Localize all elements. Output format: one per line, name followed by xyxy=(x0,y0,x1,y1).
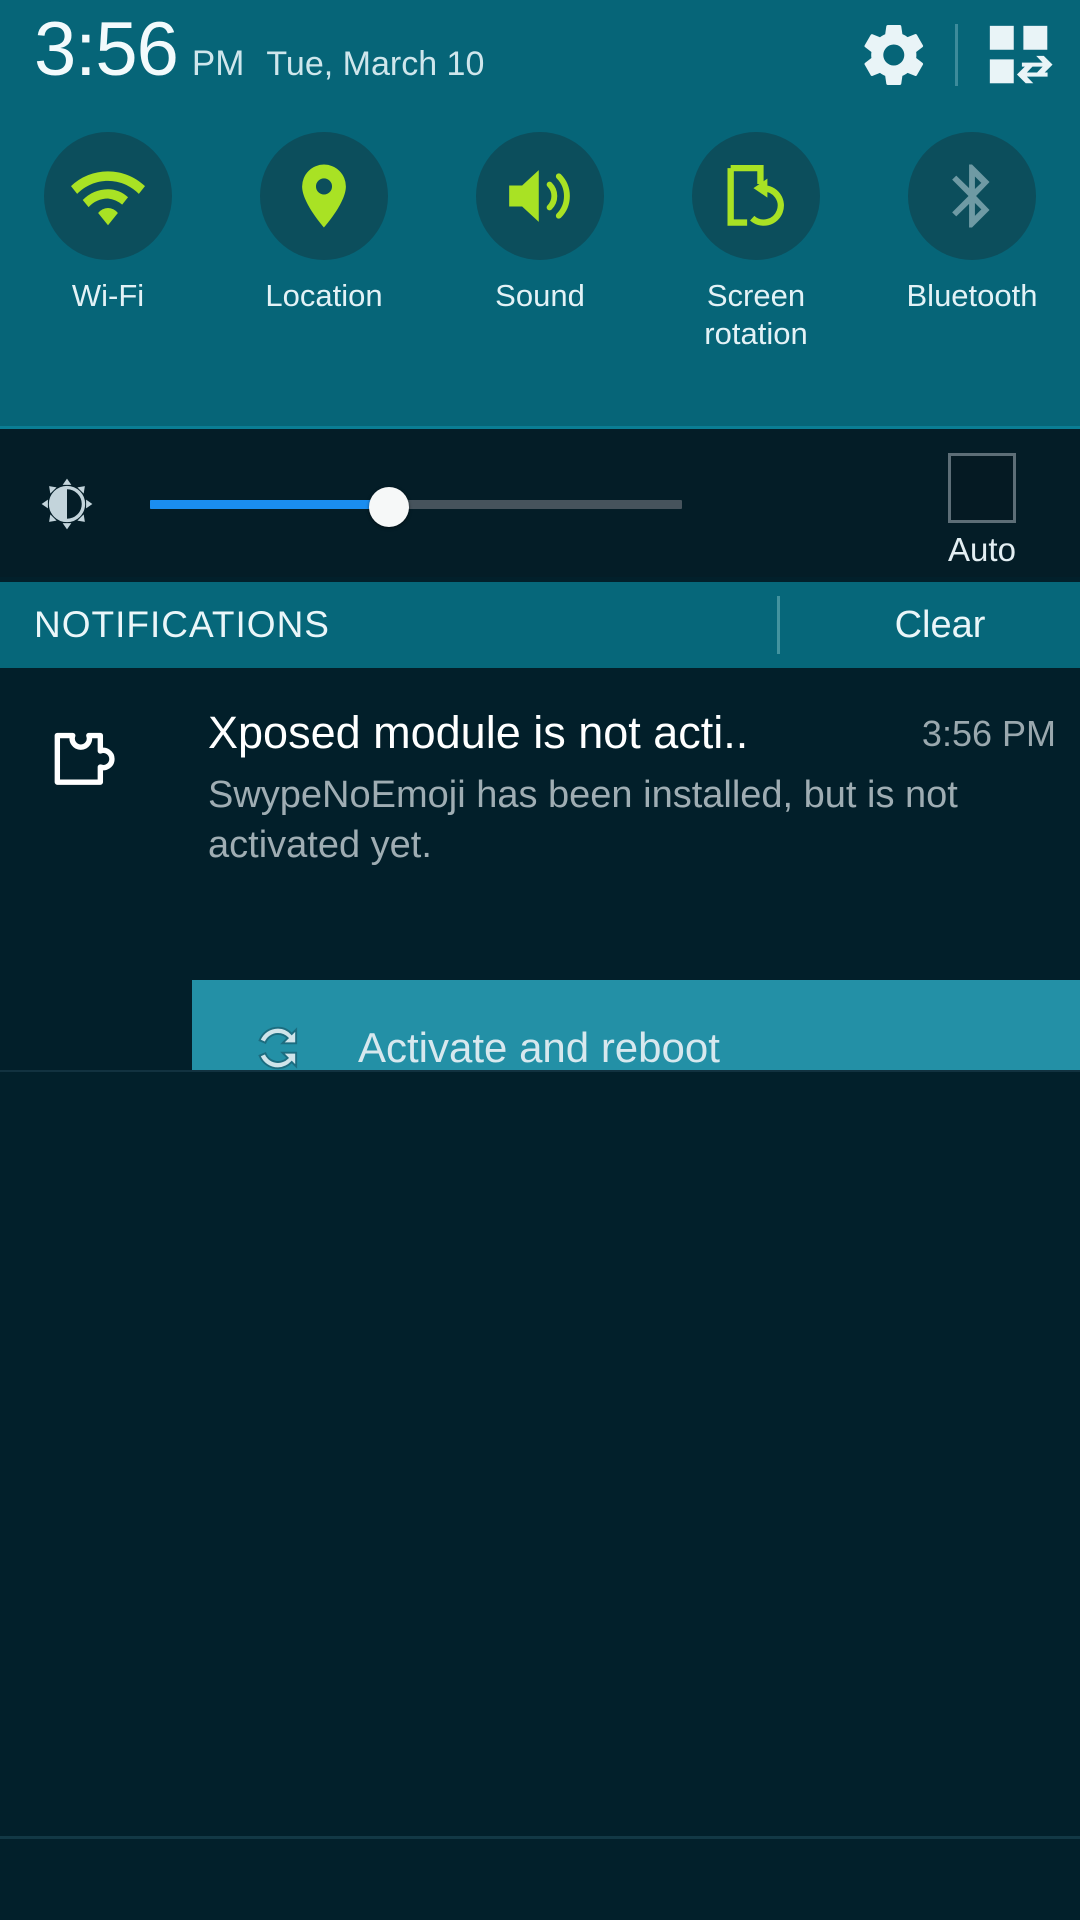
brightness-icon xyxy=(41,478,93,530)
clock-date: Tue, March 10 xyxy=(266,45,485,83)
clock-time: 3:56 xyxy=(34,7,179,92)
xposed-puzzle-icon xyxy=(54,732,115,785)
toggle-location-label: Location xyxy=(265,278,383,313)
clock-ampm: PM xyxy=(191,44,245,83)
clear-notifications-label: Clear xyxy=(894,604,986,646)
toggle-location[interactable]: Location xyxy=(216,118,432,408)
status-bar-actions xyxy=(855,14,1058,96)
quick-settings-grid-button[interactable] xyxy=(980,16,1058,94)
notification-icon-wrap xyxy=(40,720,132,812)
notification-shade-empty-area xyxy=(0,1072,1080,1836)
toggle-bluetooth-label: Bluetooth xyxy=(906,278,1038,313)
quick-toggles-row: Wi-Fi Location Sound Screen rotation Blu… xyxy=(0,118,1080,408)
quick-settings-grid-icon xyxy=(989,25,1053,84)
sound-volume-icon xyxy=(509,170,570,222)
toggle-bluetooth[interactable]: Bluetooth xyxy=(864,118,1080,408)
toggle-screen-rotation-circle xyxy=(692,132,820,260)
brightness-slider[interactable] xyxy=(150,487,682,527)
toggle-wifi-circle xyxy=(44,132,172,260)
notification-heading: Xposed module is not acti.. xyxy=(208,707,749,758)
toggle-bluetooth-circle xyxy=(908,132,1036,260)
notification-text: SwypeNoEmoji has been installed, but is … xyxy=(208,774,958,866)
notifications-header: NOTIFICATIONS Clear xyxy=(0,582,1080,668)
auto-brightness-label: Auto xyxy=(948,531,1016,568)
brightness-slider-fill xyxy=(150,500,390,509)
quick-settings-panel: 3:56 PM Tue, March 10 Wi-Fi Location Sou… xyxy=(0,0,1080,429)
brightness-icon-wrap xyxy=(38,475,96,533)
notifications-header-title: NOTIFICATIONS xyxy=(34,604,330,645)
toggle-sound[interactable]: Sound xyxy=(432,118,648,408)
notification-item[interactable]: Xposed module is not acti.. 3:56 PM Swyp… xyxy=(0,668,1080,1116)
toggle-location-circle xyxy=(260,132,388,260)
clear-notifications-button[interactable]: Clear xyxy=(800,598,1080,652)
location-pin-icon xyxy=(302,164,346,228)
gear-icon xyxy=(864,24,924,86)
bluetooth-icon xyxy=(952,164,990,228)
header-divider xyxy=(955,24,958,86)
notification-time: 3:56 PM xyxy=(921,713,1056,754)
notification-top-line: Xposed module is not acti.. 3:56 PM xyxy=(208,704,1080,766)
toggle-wifi-label: Wi-Fi xyxy=(71,278,145,313)
toggle-sound-label: Sound xyxy=(495,278,585,313)
screen-rotation-icon xyxy=(727,164,784,226)
settings-button[interactable] xyxy=(855,16,933,94)
notifications-header-divider xyxy=(777,596,780,654)
brightness-slider-thumb[interactable] xyxy=(369,487,410,527)
status-bar: 3:56 PM Tue, March 10 xyxy=(0,0,1080,118)
clock-block: 3:56 PM Tue, March 10 xyxy=(34,12,484,88)
auto-brightness-control[interactable]: Auto xyxy=(922,453,1042,568)
auto-brightness-checkbox[interactable] xyxy=(948,453,1016,523)
wifi-icon xyxy=(71,171,145,226)
toggle-screen-rotation-label: Screen rotation xyxy=(704,278,808,351)
activate-and-reboot-label: Activate and reboot xyxy=(358,1024,720,1071)
brightness-row: Auto xyxy=(0,429,1080,577)
shade-bottom-divider xyxy=(0,1836,1080,1839)
toggle-wifi[interactable]: Wi-Fi xyxy=(0,118,216,408)
notification-body: Xposed module is not acti.. 3:56 PM Swyp… xyxy=(208,704,1080,870)
toggle-screen-rotation[interactable]: Screen rotation xyxy=(648,118,864,408)
toggle-sound-circle xyxy=(476,132,604,260)
